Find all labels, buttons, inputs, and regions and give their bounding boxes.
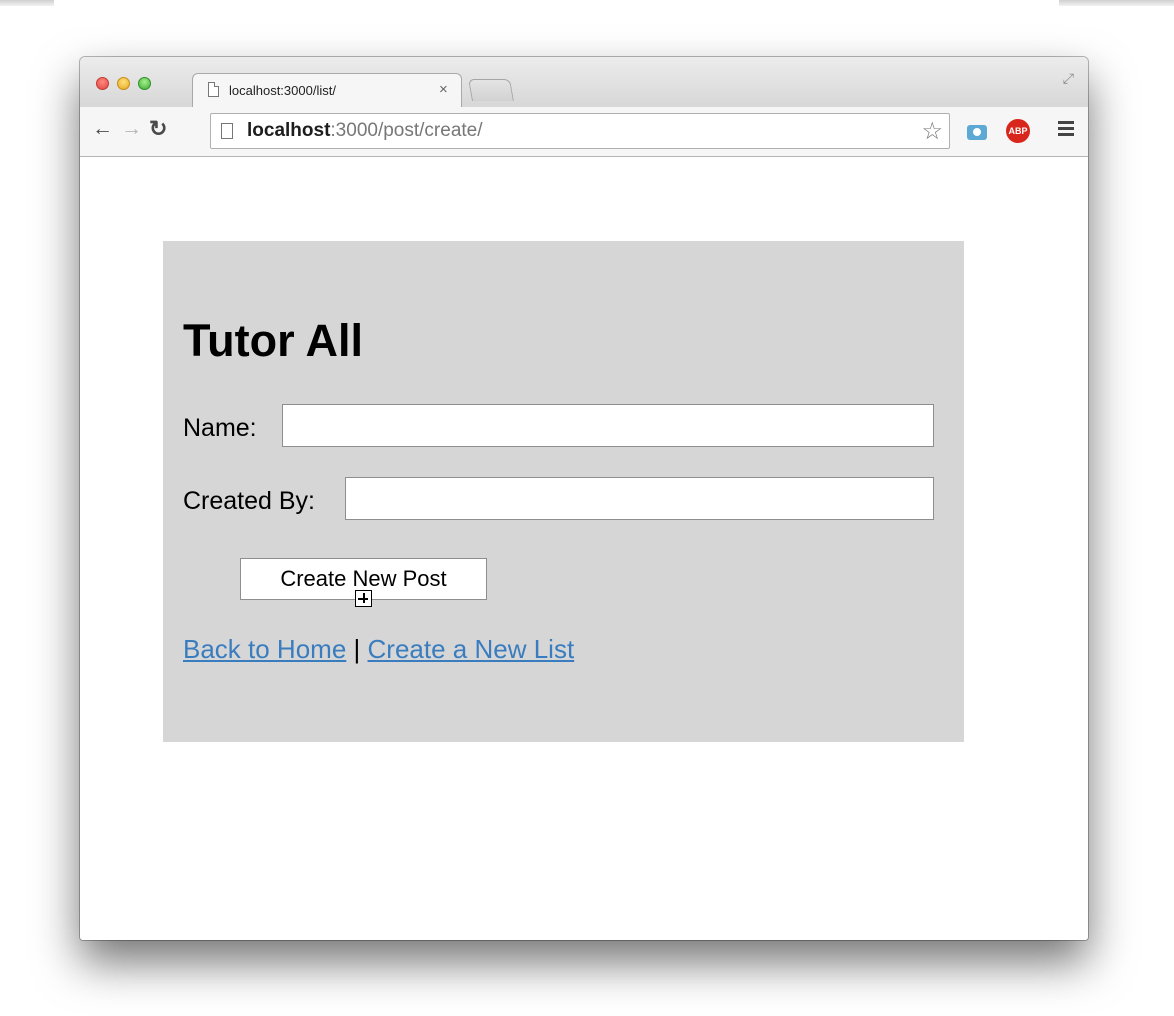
address-bar[interactable]: localhost:3000/post/create/ ☆ xyxy=(210,113,950,149)
background-window-edge-left xyxy=(0,0,54,6)
footer-links: Back to Home | Create a New List xyxy=(183,633,574,665)
fullscreen-icon[interactable]: ⤢ xyxy=(1063,70,1074,87)
url-host: localhost xyxy=(247,120,331,141)
page-content: Tutor All Name: Created By: Create New P… xyxy=(80,157,1088,940)
reload-icon[interactable]: ↻ xyxy=(149,116,167,142)
name-label: Name: xyxy=(183,414,257,442)
name-field[interactable] xyxy=(282,404,934,447)
forward-arrow-icon[interactable]: → xyxy=(121,116,142,142)
bookmark-star-icon[interactable]: ☆ xyxy=(921,117,943,146)
back-to-home-link[interactable]: Back to Home xyxy=(183,634,346,664)
tab-title: localhost:3000/list/ xyxy=(229,83,336,98)
url-path: /post/create/ xyxy=(377,120,483,141)
url-port: :3000 xyxy=(330,120,378,141)
tab-active[interactable]: localhost:3000/list/ × xyxy=(192,73,462,107)
page-title: Tutor All xyxy=(183,315,363,366)
tab-strip: localhost:3000/list/ × ⤢ xyxy=(80,57,1088,107)
created-by-label: Created By: xyxy=(183,487,316,515)
browser-window: localhost:3000/list/ × ⤢ ← → ↻ localhost… xyxy=(80,57,1088,940)
window-close-button[interactable] xyxy=(96,77,109,90)
new-tab-button[interactable] xyxy=(468,79,514,101)
url-text: localhost:3000/post/create/ xyxy=(247,120,483,142)
form-panel: Tutor All Name: Created By: Create New P… xyxy=(163,241,964,742)
back-arrow-icon[interactable]: ← xyxy=(92,116,113,142)
adblock-extension-icon[interactable]: ABP xyxy=(1006,119,1030,143)
window-maximize-button[interactable] xyxy=(138,77,151,90)
browser-toolbar: ← → ↻ localhost:3000/post/create/ ☆ ABP xyxy=(80,107,1088,157)
background-window-edge-right xyxy=(1059,0,1174,6)
camera-extension-icon[interactable] xyxy=(967,125,987,140)
created-by-field[interactable] xyxy=(345,477,934,520)
link-separator: | xyxy=(353,634,361,664)
menu-hamburger-icon[interactable] xyxy=(1058,121,1074,137)
tab-close-icon[interactable]: × xyxy=(439,81,448,98)
create-new-list-link[interactable]: Create a New List xyxy=(368,634,575,664)
page-icon xyxy=(208,82,219,97)
move-cursor-icon xyxy=(355,590,372,607)
page-icon xyxy=(221,123,233,139)
window-minimize-button[interactable] xyxy=(117,77,130,90)
